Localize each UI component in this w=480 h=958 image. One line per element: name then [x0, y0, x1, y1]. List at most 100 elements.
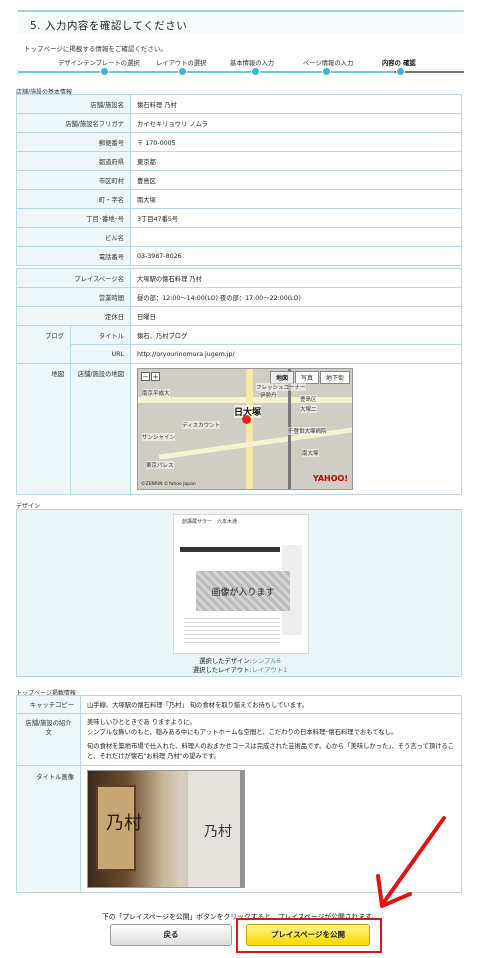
- table-row: ビル名: [16, 227, 462, 247]
- progress-bar: デザインテンプレートの選択 レイアウトの選択 基本情報の入力 ページ情報の入力 …: [18, 58, 464, 80]
- map-place-label: 千登世大塚病院: [288, 427, 327, 435]
- row-value: 〒 170-0005: [130, 132, 462, 152]
- intro-value: 美味しいひとときであ りますように。 シンプルな飾いのもと、穏みある中にもアット…: [80, 713, 462, 766]
- row-value: カイセキリョウリ ノムラ: [130, 113, 462, 133]
- selected-design-value: シンプル6: [251, 658, 281, 665]
- intro-line: 美味しいひとときであ りますように。: [87, 719, 196, 726]
- table-row: 定休日 日曜日: [16, 306, 462, 326]
- hours-label: 営業時間: [16, 287, 131, 307]
- selected-layout-label: 選択したレイアウト:: [192, 667, 252, 674]
- hours-value: 昼の部：12:00～14:00(LO) 夜の部：17:00～22:00(LO): [130, 287, 462, 307]
- table-row: ブログ タイトル 懐石、乃村ブログ: [16, 325, 462, 364]
- progress-dot-5: [396, 67, 405, 76]
- map-tab-underground[interactable]: 地下街: [319, 371, 350, 384]
- row-label: 店舗/施設名フリガナ: [16, 113, 131, 133]
- map-copyright: ©ZENRIN ©Yahoo Japan: [141, 482, 196, 487]
- blog-url-value: http://oryourinomura.jugem.jp/: [130, 344, 462, 364]
- progress-line-done: [18, 71, 394, 73]
- design-box: 創講蔵サラー 六本木通 画像が入ります 選択したデザイン:シンプル6 選択したレ…: [16, 509, 462, 677]
- publish-button[interactable]: プレイスページを公開: [246, 924, 370, 946]
- page: 5. 入力内容を確認してください トップページに掲載する情報をご確認ください。 …: [0, 0, 480, 958]
- map-zoom-in-icon[interactable]: +: [151, 372, 160, 381]
- progress-dot-2: [178, 67, 187, 76]
- map-road: [246, 369, 253, 489]
- map-place-label: サンシャイン: [142, 433, 176, 441]
- selected-layout-caption: 選択したレイアウト:レイアウト1: [17, 665, 463, 674]
- row-label: ビル名: [16, 227, 131, 247]
- progress-step-page: ページ情報の入力: [303, 60, 354, 67]
- map-sub-label: 店舗/施設の地図: [70, 363, 131, 495]
- map-place-label: 東京パレス: [146, 461, 174, 469]
- preview-text-lines: [184, 615, 280, 645]
- red-arrow-icon: [376, 816, 446, 908]
- map-place-label: 南京平成大: [142, 389, 170, 397]
- place-info-table: プレイスページ名 大塚駅の懐石料理 乃村 営業時間 昼の部：12:00～14:0…: [16, 268, 462, 495]
- map-zoom-controls: − +: [141, 372, 160, 381]
- selected-design-label: 選択したデザイン:: [199, 658, 252, 665]
- table-row: URL http://oryourinomura.jugem.jp/: [17, 344, 462, 364]
- row-label: 店舗/施設名: [16, 94, 131, 114]
- step-subtitle: トップページに掲載する情報をご確認ください。: [24, 45, 167, 53]
- map-pin-icon: [242, 415, 251, 424]
- step-title: 5. 入力内容を確認してください: [30, 20, 188, 32]
- table-row: キャッチコピー 山手線、大塚駅の懐石料理「乃村」 旬の食材を取り揃えてお待ちして…: [16, 695, 462, 714]
- table-row: 丁目･番地･号 3丁目47番5号: [16, 208, 462, 228]
- selected-design-caption: 選択したデザイン:シンプル6: [17, 656, 463, 665]
- row-label: 市区町村: [16, 170, 131, 190]
- row-label: 郵便番号: [16, 132, 131, 152]
- row-value: 豊島区: [130, 170, 462, 190]
- row-value: 03-3987-8026: [130, 246, 462, 266]
- map-place-label: 大塚二: [300, 405, 317, 413]
- photo-curtain-text: 乃村: [204, 824, 232, 840]
- preview-image-placeholder: 画像が入ります: [196, 571, 290, 611]
- row-value: 南大塚: [130, 189, 462, 209]
- table-row: 店舗/施設名 懐石料理 乃村: [16, 94, 462, 114]
- map-zoom-out-icon[interactable]: −: [141, 372, 150, 381]
- progress-dot-1: [100, 67, 109, 76]
- holiday-value: 日曜日: [130, 306, 462, 326]
- table-row: 市区町村 豊島区: [16, 170, 462, 190]
- yahoo-logo: YAHOO!: [312, 474, 348, 483]
- map-place-label: 伊勢丹: [260, 391, 277, 399]
- table-row: 店舗/施設名フリガナ カイセキリョウリ ノムラ: [16, 113, 462, 133]
- row-label: 丁目･番地･号: [16, 208, 131, 228]
- row-label: 町・字名: [16, 189, 131, 209]
- progress-dot-3: [251, 67, 260, 76]
- back-button[interactable]: 戻る: [110, 924, 232, 946]
- blog-title-label: タイトル: [70, 325, 131, 345]
- photo-sign-text: 乃村: [106, 813, 142, 834]
- page-name-value: 大塚駅の懐石料理 乃村: [130, 268, 462, 288]
- row-value: 懐石料理 乃村: [130, 94, 462, 114]
- title-image-label: タイトル画像: [16, 765, 81, 893]
- map-place-label: フレッシュコーナー: [256, 383, 306, 391]
- table-row: 町・字名 南大塚: [16, 189, 462, 209]
- page-name-label: プレイスページ名: [16, 268, 131, 288]
- title-image: 乃村 乃村: [87, 770, 245, 888]
- map-view[interactable]: − + 地図 写真 地下街 フレッシュコーナー 伊勢丹 南京平成大 豊島区 大塚…: [137, 368, 353, 490]
- catchcopy-label: キャッチコピー: [16, 695, 81, 714]
- row-value: 東京都: [130, 151, 462, 171]
- map-place-label: ディスカウント: [182, 421, 221, 429]
- catchcopy-value: 山手線、大塚駅の懐石料理「乃村」 旬の食材を取り揃えてお待ちしています。: [80, 695, 462, 714]
- selected-layout-value: レイアウト1: [251, 667, 288, 674]
- row-value: 3丁目47番5号: [130, 208, 462, 228]
- intro-label: 店舗/施設の紹介文: [16, 713, 81, 766]
- table-row: 店舗/施設の紹介文 美味しいひとときであ りますように。 シンプルな飾いのもと、…: [16, 713, 462, 766]
- table-row: 都道府県 東京都: [16, 151, 462, 171]
- map-place-label: 南大塚: [302, 449, 319, 457]
- table-row: 地図 店舗/施設の地図 − + 地図 写真 地下街 フレッシュコーナー 伊勢丹 …: [16, 363, 462, 495]
- preview-header: 創講蔵サラー 六本木通: [182, 519, 238, 525]
- intro-line: 旬の食材を築地市場で仕入れた、料理人のおまかせコースは完成された芸術品です。心か…: [87, 743, 455, 760]
- holiday-label: 定休日: [16, 306, 131, 326]
- progress-step-design: デザインテンプレートの選択: [58, 60, 140, 67]
- table-row: プレイスページ名 大塚駅の懐石料理 乃村: [16, 268, 462, 288]
- map-place-label: 豊島区: [300, 395, 317, 403]
- preview-nav: [180, 547, 280, 552]
- row-label: 電話番号: [16, 246, 131, 266]
- blog-label: ブログ: [16, 325, 71, 364]
- progress-step-basic: 基本情報の入力: [230, 60, 275, 67]
- basic-info-table: 店舗/施設名 懐石料理 乃村 店舗/施設名フリガナ カイセキリョウリ ノムラ 郵便番…: [16, 94, 462, 266]
- progress-dot-4: [322, 67, 331, 76]
- blog-url-label: URL: [70, 344, 131, 364]
- row-value: [130, 227, 462, 247]
